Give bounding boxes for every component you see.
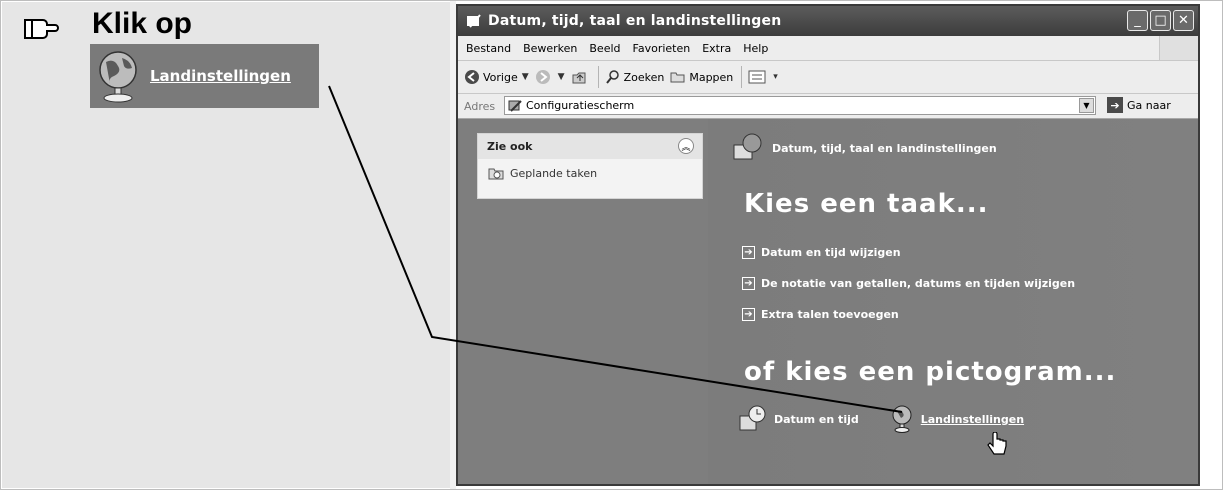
toolbar-separator: [597, 66, 599, 88]
menu-bar: Bestand Bewerken Beeld Favorieten Extra …: [458, 36, 1198, 61]
views-button[interactable]: ▾: [748, 70, 778, 84]
maximize-button[interactable]: □: [1150, 10, 1171, 31]
pick-icon-heading: of kies een pictogram...: [744, 357, 1117, 387]
forward-dropdown-icon[interactable]: ▼: [558, 72, 565, 82]
toolbar-separator: [741, 66, 743, 88]
task-change-number-formats[interactable]: ➔ De notatie van getallen, datums en tij…: [742, 268, 1075, 299]
up-button[interactable]: [571, 69, 590, 85]
task-arrow-icon: ➔: [742, 246, 755, 259]
windows-logo-icon: [1159, 36, 1198, 60]
regional-settings-label: Landinstellingen: [920, 412, 1025, 426]
menu-bestand[interactable]: Bestand: [466, 42, 511, 55]
search-button[interactable]: Zoeken: [605, 69, 665, 85]
hand-cursor-icon: [987, 432, 1007, 455]
category-title: Datum, tijd, taal en landinstellingen: [772, 141, 997, 155]
menu-favorieten[interactable]: Favorieten: [633, 42, 691, 55]
back-label: Vorige: [483, 70, 518, 84]
date-time-language-icon: [733, 133, 762, 160]
menu-bewerken[interactable]: Bewerken: [523, 42, 577, 55]
close-button[interactable]: ✕: [1173, 10, 1194, 31]
search-label: Zoeken: [623, 70, 665, 84]
address-label: Adres: [464, 99, 496, 113]
see-also-box: Zie ook ︽ Geplande taken: [477, 133, 703, 199]
forward-button[interactable]: ▼: [535, 69, 565, 85]
date-time-item[interactable]: Datum en tijd: [738, 404, 859, 434]
folders-label: Mappen: [689, 70, 734, 84]
task-label: De notatie van getallen, datums en tijde…: [761, 277, 1076, 290]
date-time-label: Datum en tijd: [774, 412, 859, 426]
control-panel-icon: [508, 99, 522, 112]
callout-landinstellingen: Landinstellingen: [90, 44, 319, 108]
address-value: Configuratiescherm: [526, 99, 635, 112]
toolbar: Vorige ▼ ▼ Zoeken Mappen ▾: [458, 61, 1198, 94]
callout-label: Landinstellingen: [150, 67, 291, 85]
see-also-header[interactable]: Zie ook ︽: [478, 134, 702, 159]
back-button[interactable]: Vorige ▼: [464, 69, 529, 85]
content-area: Zie ook ︽ Geplande taken Datum, tijd, ta…: [458, 119, 1198, 484]
task-change-date-time[interactable]: ➔ Datum en tijd wijzigen: [742, 237, 1075, 268]
back-dropdown-icon[interactable]: ▼: [522, 72, 529, 82]
search-icon: [605, 70, 619, 84]
task-add-languages[interactable]: ➔ Extra talen toevoegen: [742, 299, 1075, 330]
folder-up-icon: [572, 72, 586, 84]
task-arrow-icon: ➔: [742, 277, 755, 290]
globe-icon: [99, 51, 137, 103]
folders-button[interactable]: Mappen: [670, 69, 733, 85]
task-label: Datum en tijd wijzigen: [761, 246, 901, 259]
collapse-icon[interactable]: ︽: [678, 138, 694, 154]
go-label: Ga naar: [1127, 98, 1171, 112]
sidebar-item-scheduled-tasks[interactable]: Geplande taken: [488, 165, 702, 181]
see-also-title: Zie ook: [487, 140, 533, 153]
pick-task-heading: Kies een taak...: [744, 189, 989, 219]
task-arrow-icon: ➔: [742, 308, 755, 321]
instruction-heading: Klik op: [92, 7, 193, 40]
address-dropdown-icon[interactable]: ▼: [1079, 98, 1094, 113]
task-list: ➔ Datum en tijd wijzigen ➔ De notatie va…: [742, 237, 1075, 330]
address-input[interactable]: Configuratiescherm ▼: [504, 96, 1096, 115]
go-arrow-icon: ➔: [1107, 97, 1123, 113]
menu-beeld[interactable]: Beeld: [589, 42, 620, 55]
address-bar: Adres Configuratiescherm ▼ ➔ Ga naar: [458, 94, 1198, 119]
regional-settings-item[interactable]: Landinstellingen: [891, 404, 1024, 434]
task-pane: Zie ook ︽ Geplande taken: [458, 119, 708, 484]
globe-icon: [892, 405, 912, 433]
forward-arrow-icon: [535, 70, 550, 84]
back-arrow-icon: [465, 70, 479, 84]
go-button[interactable]: ➔ Ga naar: [1107, 97, 1171, 113]
title-bar[interactable]: Datum, tijd, taal en landinstellingen _ …: [458, 6, 1198, 36]
date-time-icon: [739, 405, 766, 431]
icon-row: Datum en tijd Landinstellingen: [738, 404, 1024, 434]
views-dropdown-icon[interactable]: ▾: [773, 72, 778, 82]
sidebar-item-label: Geplande taken: [510, 166, 598, 180]
menu-extra[interactable]: Extra: [702, 42, 731, 55]
views-icon: [748, 70, 766, 84]
minimize-button[interactable]: _: [1127, 10, 1148, 31]
menu-help[interactable]: Help: [743, 42, 768, 55]
scheduled-tasks-icon: [488, 168, 504, 180]
explorer-window: Datum, tijd, taal en landinstellingen _ …: [456, 4, 1200, 486]
task-label: Extra talen toevoegen: [761, 308, 899, 321]
folders-icon: [670, 72, 685, 83]
category-header: Datum, tijd, taal en landinstellingen: [732, 133, 997, 163]
pointing-hand-icon: [24, 19, 59, 39]
control-panel-icon: [467, 14, 481, 28]
window-title: Datum, tijd, taal en landinstellingen: [488, 13, 782, 29]
